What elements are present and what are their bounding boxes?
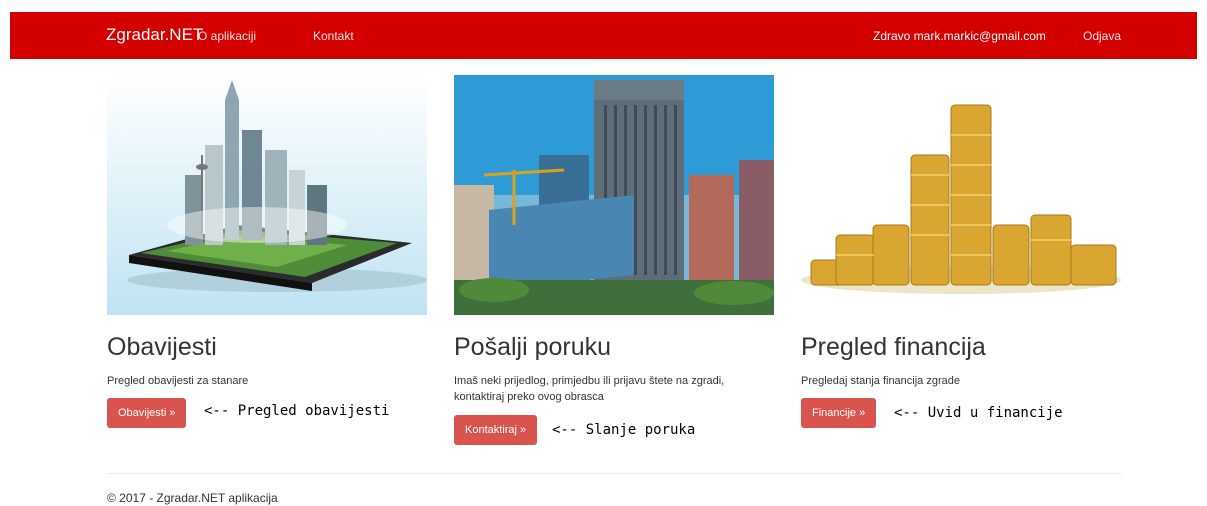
card-title: Pregled financija bbox=[801, 333, 986, 361]
card-notifications: Obavijesti Pregled obavijesti za stanare… bbox=[107, 75, 429, 428]
annotation-text: <-- Uvid u financije bbox=[894, 405, 1063, 421]
top-navbar: Zgradar.NET O aplikaciji Kontakt Zdravo … bbox=[10, 12, 1197, 59]
card-send-message: Pošalji poruku Imaš neki prijedlog, prim… bbox=[454, 75, 776, 445]
contact-button[interactable]: Kontaktiraj » bbox=[454, 415, 538, 445]
logout-link[interactable]: Odjava bbox=[1083, 29, 1121, 43]
card-description: Pregledaj stanja financija zgrade bbox=[801, 375, 960, 387]
nav-link-contact[interactable]: Kontakt bbox=[313, 29, 354, 43]
footer-copyright: © 2017 - Zgradar.NET aplikacija bbox=[107, 491, 278, 505]
card-description: Pregled obavijesti za stanare bbox=[107, 375, 249, 387]
coin-stacks-image bbox=[801, 75, 1121, 315]
footer-divider bbox=[107, 473, 1122, 474]
city-tablet-image bbox=[107, 75, 427, 315]
office-buildings-image bbox=[454, 75, 774, 315]
card-title: Pošalji poruku bbox=[454, 333, 612, 361]
notifications-button[interactable]: Obavijesti » bbox=[107, 398, 187, 428]
user-greeting-link[interactable]: Zdravo mark.markic@gmail.com bbox=[873, 29, 1046, 43]
finances-button[interactable]: Financije » bbox=[801, 398, 877, 428]
card-description: Imaš neki prijedlog, primjedbu ili prija… bbox=[454, 375, 725, 403]
brand-link[interactable]: Zgradar.NET bbox=[106, 25, 203, 45]
card-title: Obavijesti bbox=[107, 333, 217, 361]
annotation-text: <-- Pregled obavijesti bbox=[204, 403, 390, 419]
nav-link-about[interactable]: O aplikaciji bbox=[198, 29, 256, 43]
annotation-text: <-- Slanje poruka bbox=[552, 422, 696, 438]
card-finances: Pregled financija Pregledaj stanja finan… bbox=[801, 75, 1123, 428]
